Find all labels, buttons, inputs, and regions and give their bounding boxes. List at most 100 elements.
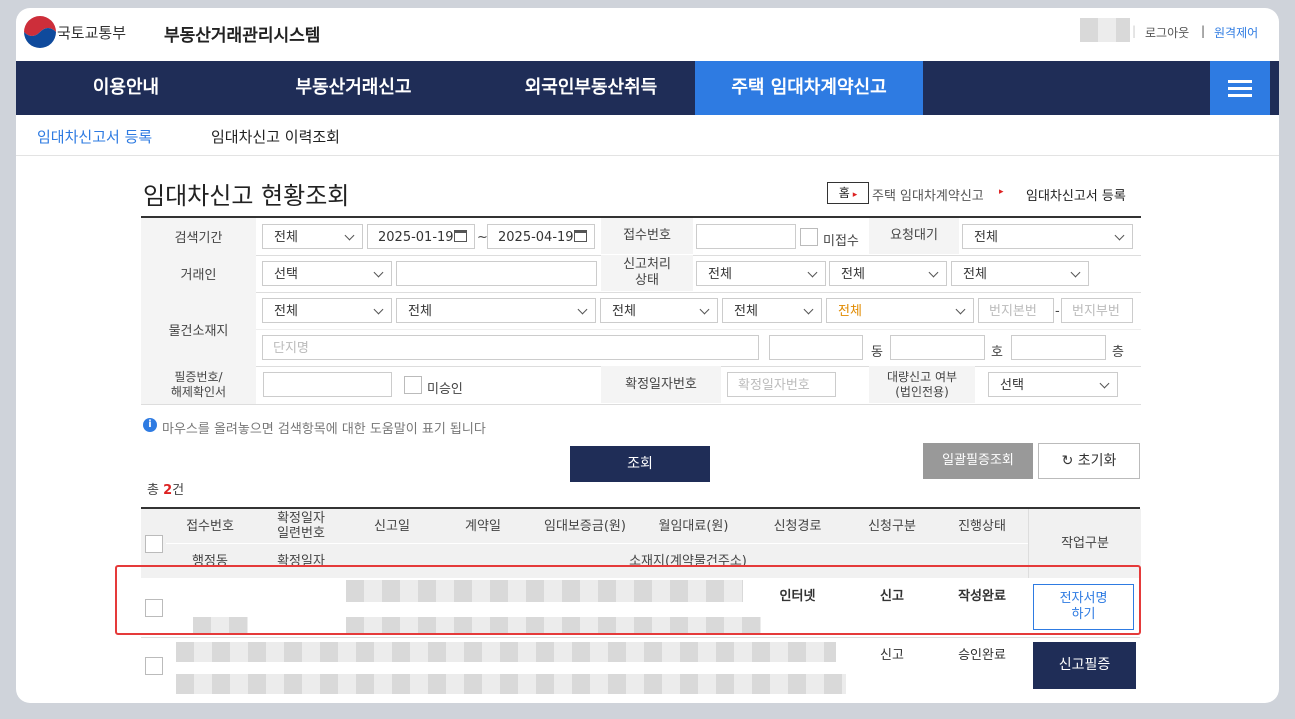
unapproved-checkbox[interactable]	[404, 376, 422, 394]
reset-button[interactable]: ↻ 초기화	[1038, 443, 1140, 479]
report-status-select-1[interactable]: 전체	[696, 261, 826, 286]
receipt-no-label: 접수번호	[601, 218, 693, 254]
col-report-type: 신청구분	[848, 509, 936, 543]
row-checkbox-cell	[141, 638, 166, 694]
unreceived-checkbox[interactable]	[800, 228, 818, 246]
lot-sub-input[interactable]: 번지부번	[1061, 298, 1133, 323]
report-certificate-button[interactable]: 신고필증	[1033, 642, 1136, 689]
report-status-label: 신고처리 상태	[601, 255, 693, 291]
floor-input[interactable]	[1011, 335, 1106, 360]
col-deposit: 임대보증금(원)	[530, 509, 640, 543]
total-prefix: 총	[147, 483, 164, 498]
date-to-value: 2025-04-19	[498, 230, 574, 245]
search-form: 검색기간 전체 2025-01-19 ~ 2025-04-19 접수번호 미접수…	[141, 216, 1141, 408]
info-icon: i	[143, 418, 157, 432]
location-select-eupmyeondong[interactable]: 전체	[600, 298, 718, 323]
col-status: 진행상태	[936, 509, 1028, 543]
highlight-box	[115, 565, 1141, 635]
nav-item-lease-report[interactable]: 주택 임대차계약신고	[695, 61, 923, 115]
dong-label: 동	[871, 345, 883, 360]
e-signature-button[interactable]: 전자서명 하기	[1033, 584, 1134, 630]
receipt-no-input[interactable]	[696, 224, 796, 249]
fixed-date-no-label: 확정일자번호	[601, 366, 721, 403]
masked-address	[176, 674, 846, 694]
ho-input[interactable]	[890, 335, 985, 360]
ministry-name: 국토교통부	[57, 24, 127, 42]
bulk-report-label: 대량신고 여부 (법인전용)	[869, 366, 975, 403]
request-wait-select[interactable]: 전체	[962, 224, 1133, 249]
period-select[interactable]: 전체	[262, 224, 363, 249]
period-label: 검색기간	[141, 218, 256, 255]
total-suffix: 건	[172, 483, 185, 498]
form-row-location: 물건소재지 전체 전체 전체 전체 전체 번지본번 - 번지부번 단지명 동 호…	[141, 292, 1141, 367]
row-divider	[141, 637, 1140, 638]
top-links: |	[1132, 24, 1137, 38]
nav-item-guide[interactable]: 이용안내	[56, 61, 196, 115]
remote-control-link[interactable]: 원격제어	[1214, 24, 1258, 41]
divider: |	[1201, 24, 1206, 38]
report-status-select-2[interactable]: 전체	[829, 261, 947, 286]
breadcrumb-arrow-icon: ▸	[999, 187, 1004, 197]
location-select-ri[interactable]: 전체	[722, 298, 822, 323]
subnav-lease-registration[interactable]: 임대차신고서 등록	[37, 126, 152, 147]
help-text: 마우스를 올려놓으면 검색항목에 대한 도움말이 표기 됩니다	[162, 422, 486, 437]
calendar-icon[interactable]	[574, 230, 587, 242]
row2-status: 승인완료	[958, 647, 1006, 663]
user-name-masked	[1080, 18, 1130, 42]
party-name-input[interactable]	[396, 261, 597, 286]
col-monthly-rent: 월임대료(원)	[640, 509, 747, 543]
fixed-date-no-input[interactable]: 확정일자번호	[727, 372, 836, 397]
total-count: 총 2건	[147, 479, 184, 498]
main-nav: 이용안내 부동산거래신고 외국인부동산취득 주택 임대차계약신고	[16, 61, 1279, 115]
search-button[interactable]: 조회	[570, 446, 710, 482]
logout-link[interactable]: 로그아웃	[1145, 24, 1189, 41]
subnav-lease-history[interactable]: 임대차신고 이력조회	[211, 126, 340, 147]
bulk-cert-button[interactable]: 일괄필증조회	[923, 443, 1033, 479]
location-select-sido[interactable]: 전체	[262, 298, 392, 323]
report-status-select-3[interactable]: 전체	[951, 261, 1089, 286]
breadcrumb-level1[interactable]: 주택 임대차계약신고	[872, 185, 984, 204]
floor-label: 층	[1112, 345, 1124, 360]
nav-item-foreigner-acquisition[interactable]: 외국인부동산취득	[491, 61, 691, 115]
col-fixed-serial: 확정일자 일련번호	[254, 509, 348, 543]
dong-input[interactable]	[769, 335, 863, 360]
col-contract-date: 계약일	[436, 509, 530, 543]
col-report-date: 신고일	[348, 509, 436, 543]
reset-label: 초기화	[1077, 453, 1117, 469]
lot-main-input[interactable]: 번지본번	[978, 298, 1054, 323]
row2-type: 신고	[880, 647, 904, 663]
breadcrumb-home[interactable]: 홈 ▸	[827, 182, 869, 204]
masked-row-data	[176, 642, 836, 662]
bulk-report-select[interactable]: 선택	[988, 372, 1118, 397]
location-select-lot-type[interactable]: 전체	[826, 298, 974, 323]
date-from-input[interactable]: 2025-01-19	[367, 224, 475, 249]
government-logo-icon	[22, 14, 58, 50]
app-window: 국토교통부 부동산거래관리시스템 | 로그아웃 | 원격제어 이용안내 부동산거…	[16, 8, 1279, 703]
complex-name-input[interactable]: 단지명	[262, 335, 759, 360]
location-select-sigungu[interactable]: 전체	[396, 298, 596, 323]
page-title: 임대차신고 현황조회	[143, 182, 350, 210]
calendar-icon[interactable]	[454, 230, 467, 242]
unreceived-label: 미접수	[823, 234, 859, 249]
cert-no-input[interactable]	[263, 372, 392, 397]
system-name[interactable]: 부동산거래관리시스템	[164, 21, 320, 46]
select-all-checkbox[interactable]	[144, 534, 163, 553]
breadcrumb-level2: 임대차신고서 등록	[1026, 189, 1126, 204]
party-select[interactable]: 선택	[262, 261, 392, 286]
date-to-input[interactable]: 2025-04-19	[487, 224, 595, 249]
party-label: 거래인	[141, 255, 256, 292]
row-checkbox[interactable]	[144, 657, 163, 675]
col-receipt-no: 접수번호	[166, 509, 254, 543]
total-number: 2	[163, 483, 173, 498]
form-row-cert: 필증번호/ 해제확인서 미승인 확정일자번호 확정일자번호 대량신고 여부 (법…	[141, 366, 1141, 405]
request-wait-label: 요청대기	[869, 218, 959, 254]
cert-label: 필증번호/ 해제확인서	[141, 366, 256, 404]
refresh-icon: ↻	[1061, 453, 1078, 469]
breadcrumb-home-label: 홈	[838, 186, 850, 200]
sub-nav: 임대차신고서 등록 임대차신고 이력조회	[16, 115, 1279, 156]
hamburger-menu-icon[interactable]	[1210, 61, 1270, 115]
col-route: 신청경로	[747, 509, 848, 543]
nav-item-real-estate-report[interactable]: 부동산거래신고	[266, 61, 441, 115]
ho-label: 호	[991, 345, 1003, 360]
location-label: 물건소재지	[141, 292, 256, 366]
